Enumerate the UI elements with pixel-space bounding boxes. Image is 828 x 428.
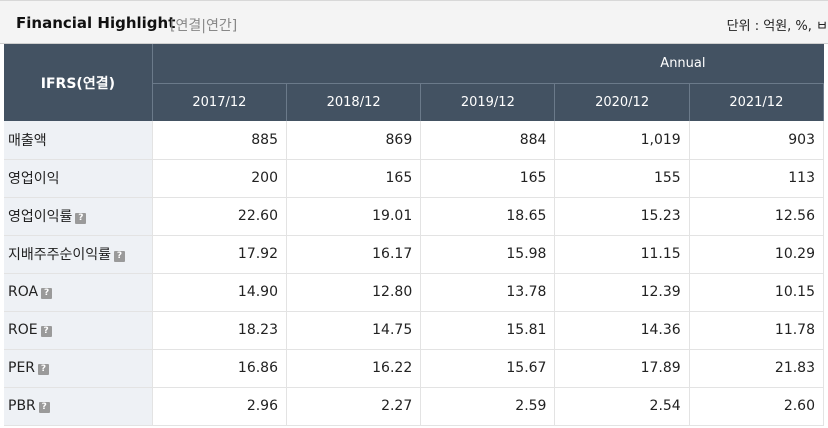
value-cell: 2.60 [689,387,825,426]
row-label: PER [8,360,36,376]
value-cell: 10.15 [689,273,825,312]
value-cell: 16.17 [286,235,422,274]
row-label-cell: 영업이익 [4,159,153,198]
value-cell: 1,019 [554,121,690,160]
value-cell: 15.81 [420,311,556,350]
row-label: ROA [8,284,39,300]
ifrs-header: IFRS(연결) [4,44,153,121]
row-label-cell: PBR? [4,387,153,426]
help-icon[interactable]: ? [75,213,87,224]
row-label: 지배주주순이익률 [8,247,112,263]
value-cell: 10.29 [689,235,825,274]
help-icon[interactable]: ? [40,326,52,337]
section-title: Financial Highlight [16,14,176,32]
value-cell: 16.86 [152,349,288,388]
row-label-cell: ROA? [4,273,153,312]
row-label-cell: PER? [4,349,153,388]
value-cell: 21.83 [689,349,825,388]
unit-label: 단위 : 억원, %, ㅂ [726,19,828,34]
value-cell: 165 [286,159,422,198]
value-cell: 18.65 [420,197,556,236]
view-tabs: [연결|연간] [170,15,237,35]
value-cell: 17.92 [152,235,288,274]
table-row: PER? 16.86 16.22 15.67 17.89 21.83 [4,349,825,388]
annual-header: Annual [152,44,824,84]
help-icon[interactable]: ? [114,251,126,262]
row-label-cell: 매출액 [4,121,153,160]
table-row: 영업이익률? 22.60 19.01 18.65 15.23 12.56 [4,197,825,236]
value-cell: 165 [420,159,556,198]
value-cell: 11.78 [689,311,825,350]
help-icon[interactable]: ? [41,288,53,299]
row-label: PBR [8,398,36,414]
value-cell: 869 [286,121,422,160]
tab-consolidated[interactable]: [연결| [170,18,206,34]
value-cell: 884 [420,121,556,160]
year-header: 2021/12 [689,83,825,121]
year-header: 2019/12 [420,83,556,121]
row-label-cell: 영업이익률? [4,197,153,236]
value-cell: 14.36 [554,311,690,350]
table-row: 영업이익 200 165 165 155 113 [4,159,825,198]
value-cell: 15.98 [420,235,556,274]
value-cell: 15.67 [420,349,556,388]
value-cell: 15.23 [554,197,690,236]
tab-annual[interactable]: 연간] [206,18,237,34]
row-label: 영업이익 [8,171,60,187]
value-cell: 11.15 [554,235,690,274]
value-cell: 12.39 [554,273,690,312]
value-cell: 2.54 [554,387,690,426]
row-label: ROE [8,322,38,338]
value-cell: 19.01 [286,197,422,236]
value-cell: 12.80 [286,273,422,312]
table-row: ROE? 18.23 14.75 15.81 14.36 11.78 [4,311,825,350]
value-cell: 155 [554,159,690,198]
row-label-cell: 지배주주순이익률? [4,235,153,274]
value-cell: 17.89 [554,349,690,388]
row-label: 매출액 [8,132,47,149]
financial-highlight-table: IFRS(연결) Annual 2017/12 2018/12 2019/12 202… [4,44,825,426]
value-cell: 2.96 [152,387,288,426]
value-cell: 885 [152,121,288,160]
section-header: Financial Highlight [연결|연간] 단위 : 억원, %, … [0,0,828,44]
value-cell: 22.60 [152,197,288,236]
value-cell: 13.78 [420,273,556,312]
value-cell: 16.22 [286,349,422,388]
help-icon[interactable]: ? [38,364,50,375]
value-cell: 14.90 [152,273,288,312]
table-row: 지배주주순이익률? 17.92 16.17 15.98 11.15 10.29 [4,235,825,274]
row-label: 영업이익률 [8,209,73,225]
value-cell: 2.27 [286,387,422,426]
table-row: ROA? 14.90 12.80 13.78 12.39 10.15 [4,273,825,312]
year-header: 2020/12 [554,83,690,121]
value-cell: 14.75 [286,311,422,350]
year-header: 2018/12 [286,83,422,121]
year-header: 2017/12 [152,83,288,121]
value-cell: 903 [689,121,825,160]
value-cell: 12.56 [689,197,825,236]
table-row: PBR? 2.96 2.27 2.59 2.54 2.60 [4,387,825,426]
help-icon[interactable]: ? [38,402,50,413]
table-row: 매출액 885 869 884 1,019 903 [4,121,825,160]
value-cell: 18.23 [152,311,288,350]
value-cell: 200 [152,159,288,198]
value-cell: 113 [689,159,825,198]
value-cell: 2.59 [420,387,556,426]
row-label-cell: ROE? [4,311,153,350]
